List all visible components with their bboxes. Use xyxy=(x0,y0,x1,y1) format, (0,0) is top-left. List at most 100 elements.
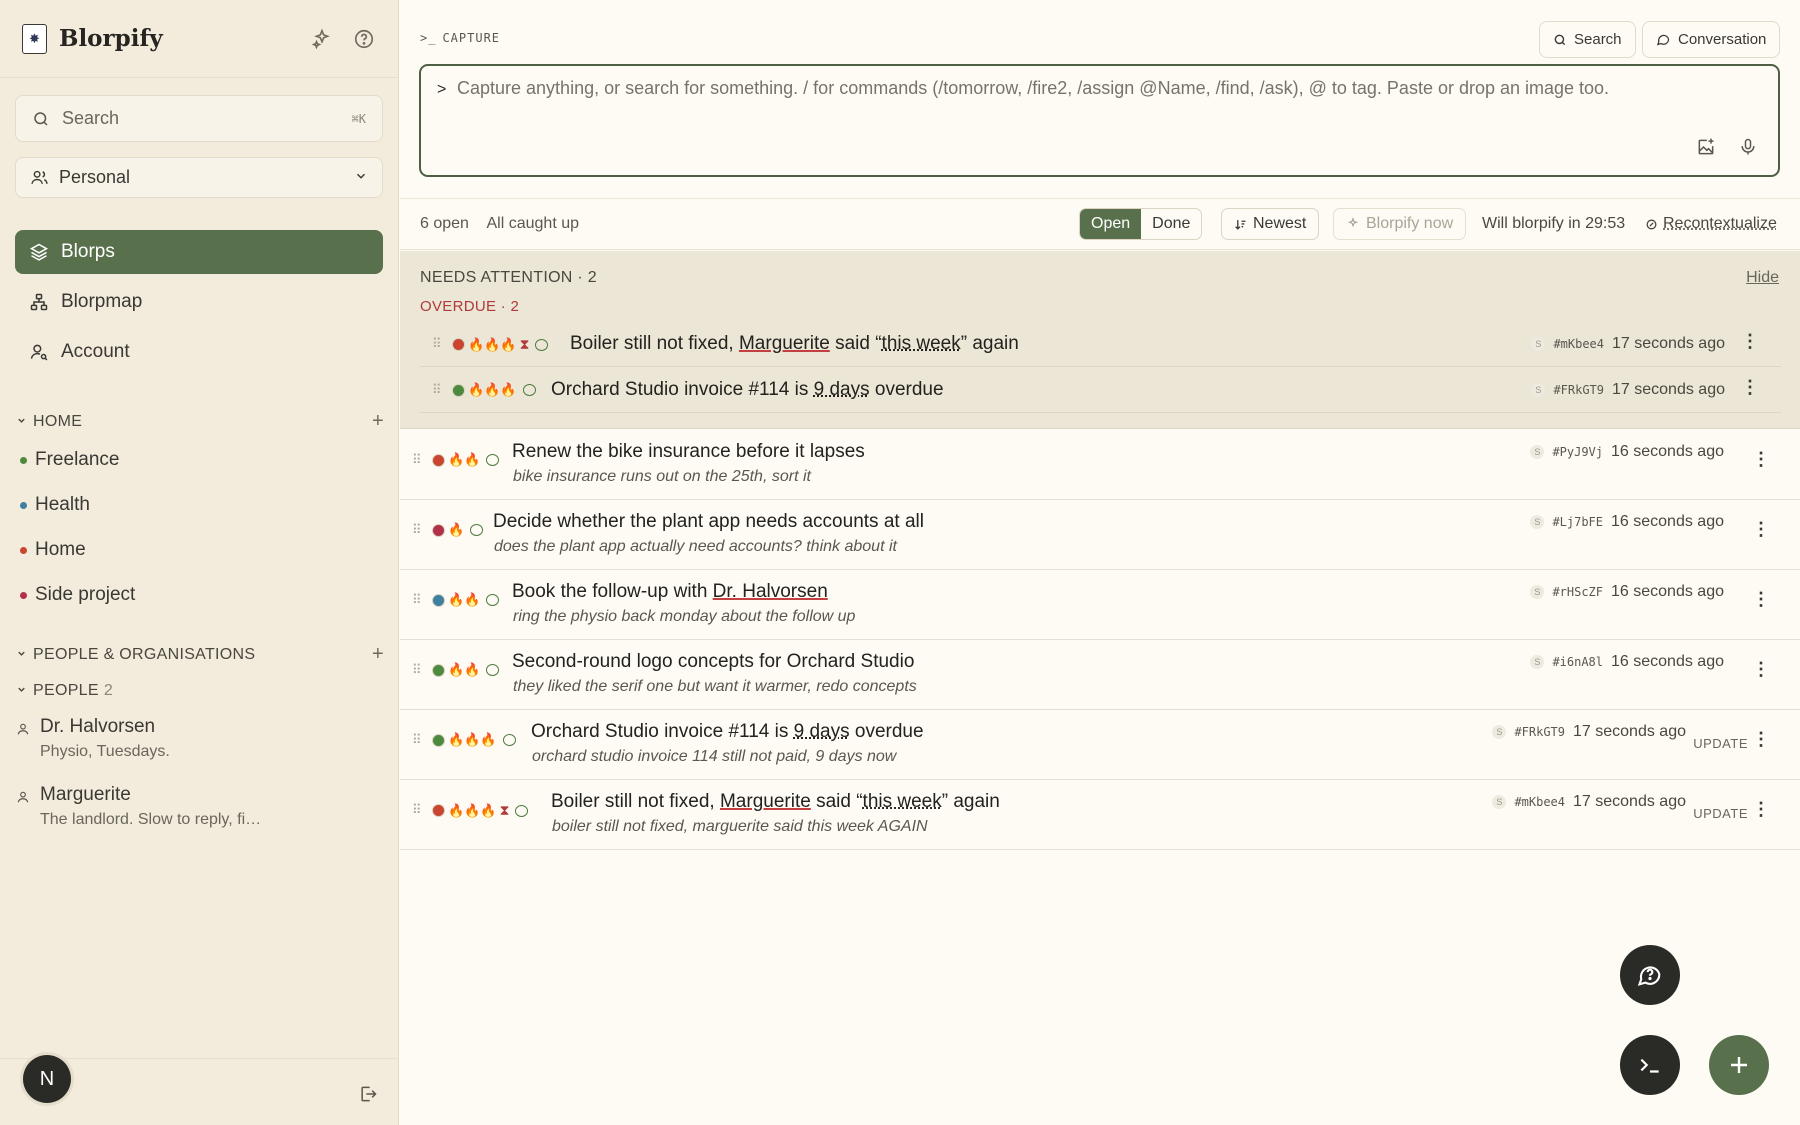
tab-open[interactable]: Open xyxy=(1080,209,1142,239)
fire-icon: 🔥🔥🔥 xyxy=(468,382,517,397)
sidebar: ✸ Blorpify Search ⌘K Personal Blorps Blo… xyxy=(0,0,399,1125)
item-title: Orchard Studio invoice #114 is 9 days ov… xyxy=(531,721,924,742)
drag-handle-icon[interactable]: ⠿ xyxy=(412,732,421,748)
drag-handle-icon[interactable]: ⠿ xyxy=(432,336,441,352)
more-options-icon[interactable]: ⋮ xyxy=(1752,589,1770,610)
more-options-icon[interactable]: ⋮ xyxy=(1741,331,1759,352)
project-label: Freelance xyxy=(35,449,120,470)
person-item-halvorsen[interactable]: Dr. Halvorsen Physio, Tuesdays. xyxy=(16,716,170,761)
list-item[interactable]: ⠿ 🔥🔥🔥 ⧗ Boiler still not fixed, Margueri… xyxy=(400,780,1800,850)
brand-header: ✸ Blorpify xyxy=(0,0,398,78)
source-badge: S xyxy=(1492,725,1507,739)
sidebar-project-health[interactable]: Health xyxy=(20,494,90,516)
more-options-icon[interactable]: ⋮ xyxy=(1741,377,1759,398)
app-name: Blorpify xyxy=(59,25,163,52)
list-item[interactable]: ⠿ 🔥🔥 Renew the bike insurance before it … xyxy=(400,430,1800,500)
tab-done[interactable]: Done xyxy=(1141,209,1201,239)
capture-placeholder: Capture anything, or search for somethin… xyxy=(457,78,1610,98)
search-icon xyxy=(1554,34,1566,45)
workspace-select[interactable]: Personal xyxy=(15,157,383,198)
list-item[interactable]: ⠿ 🔥🔥 Second-round logo concepts for Orch… xyxy=(400,640,1800,710)
blorpify-now-label: Blorpify now xyxy=(1366,215,1454,232)
item-title: Decide whether the plant app needs accou… xyxy=(493,511,924,532)
item-id: #mKbee4 xyxy=(1553,337,1605,351)
add-person-icon[interactable]: + xyxy=(372,643,384,666)
sidebar-project-side-project[interactable]: Side project xyxy=(20,584,135,606)
project-color-dot xyxy=(20,501,27,509)
sparkle-icon[interactable] xyxy=(310,27,334,51)
more-options-icon[interactable]: ⋮ xyxy=(1752,659,1770,680)
help-chat-button[interactable] xyxy=(1620,945,1680,1005)
project-dot xyxy=(452,338,465,351)
capture-input[interactable]: > Capture anything, or search for someth… xyxy=(419,64,1780,177)
project-dot xyxy=(432,733,445,747)
sidebar-search[interactable]: Search ⌘K xyxy=(15,95,383,142)
list-item[interactable]: ⠿ 🔥🔥🔥 Orchard Studio invoice #114 is 9 d… xyxy=(400,710,1800,780)
nav-blorpmap[interactable]: Blorpmap xyxy=(15,280,383,324)
drag-handle-icon[interactable]: ⠿ xyxy=(412,452,421,468)
item-time: 16 seconds ago xyxy=(1611,653,1724,670)
more-options-icon[interactable]: ⋮ xyxy=(1752,799,1770,820)
hide-attention-link[interactable]: Hide xyxy=(1746,269,1779,287)
section-home[interactable]: HOME + xyxy=(16,410,384,433)
fire-icon: 🔥🔥 xyxy=(448,662,481,677)
item-id: #i6nA8l xyxy=(1552,655,1604,669)
section-people[interactable]: PEOPLE 2 xyxy=(16,682,384,700)
attention-row[interactable]: ⠿ 🔥🔥🔥 Orchard Studio invoice #114 is 9 d… xyxy=(420,368,1781,413)
recontextualize-link[interactable]: Recontextualize xyxy=(1645,215,1777,233)
sidebar-project-freelance[interactable]: Freelance xyxy=(20,449,120,471)
recontextualize-label: Recontextualize xyxy=(1663,215,1777,232)
project-dot xyxy=(432,804,445,817)
attention-row[interactable]: ⠿ 🔥🔥🔥 ⧗ Boiler still not fixed, Margueri… xyxy=(420,322,1781,367)
help-icon[interactable] xyxy=(352,27,376,51)
person-item-marguerite[interactable]: Marguerite The landlord. Slow to reply, … xyxy=(16,784,261,829)
item-subtitle: orchard studio invoice 114 still not pai… xyxy=(532,748,897,765)
item-title: Orchard Studio invoice #114 is 9 days ov… xyxy=(551,379,944,400)
search-button[interactable]: Search xyxy=(1539,21,1636,58)
list-item[interactable]: ⠿ 🔥🔥 Book the follow-up with Dr. Halvors… xyxy=(400,570,1800,640)
item-time: 17 seconds ago xyxy=(1573,793,1686,810)
item-markers: 🔥 xyxy=(432,522,484,538)
item-id: #mKbee4 xyxy=(1514,795,1566,809)
sidebar-project-home[interactable]: Home xyxy=(20,539,86,561)
item-meta: S #PyJ9Vj 16 seconds ago xyxy=(1530,443,1724,461)
blorpify-now-button[interactable]: Blorpify now xyxy=(1333,208,1467,240)
item-meta: S #FRkGT9 17 seconds ago xyxy=(1492,723,1686,741)
item-time: 17 seconds ago xyxy=(1612,335,1725,352)
more-options-icon[interactable]: ⋮ xyxy=(1752,449,1770,470)
nav-account[interactable]: Account xyxy=(15,330,383,374)
logout-icon[interactable] xyxy=(356,1082,380,1106)
item-markers: 🔥🔥🔥 xyxy=(452,382,536,398)
drag-handle-icon[interactable]: ⠿ xyxy=(412,522,421,538)
sparkle-icon xyxy=(1347,217,1359,228)
add-blorp-button[interactable] xyxy=(1709,1035,1769,1095)
item-time: 16 seconds ago xyxy=(1611,583,1724,600)
conversation-button[interactable]: Conversation xyxy=(1642,21,1781,58)
hourglass-icon: ⧗ xyxy=(519,336,530,352)
avatar[interactable]: N xyxy=(23,1055,71,1103)
drag-handle-icon[interactable]: ⠿ xyxy=(412,592,421,608)
refresh-icon xyxy=(1646,219,1657,229)
list-item[interactable]: ⠿ 🔥 Decide whether the plant app needs a… xyxy=(400,500,1800,570)
nav-blorps[interactable]: Blorps xyxy=(15,230,383,274)
item-subtitle: boiler still not fixed, marguerite said … xyxy=(552,818,928,835)
sort-button[interactable]: Newest xyxy=(1221,208,1320,240)
search-shortcut: ⌘K xyxy=(351,111,366,126)
drag-handle-icon[interactable]: ⠿ xyxy=(412,662,421,678)
section-people-orgs[interactable]: PEOPLE & ORGANISATIONS + xyxy=(16,643,384,666)
caught-up-status: All caught up xyxy=(486,215,580,232)
more-options-icon[interactable]: ⋮ xyxy=(1752,729,1770,750)
source-badge: S xyxy=(1530,655,1545,669)
nav-blorps-label: Blorps xyxy=(61,241,115,262)
source-badge: S xyxy=(1530,585,1545,599)
item-meta: S #mKbee4 17 seconds ago xyxy=(1531,335,1725,353)
add-project-icon[interactable]: + xyxy=(372,410,384,433)
item-subtitle: does the plant app actually need account… xyxy=(494,538,897,555)
drag-handle-icon[interactable]: ⠿ xyxy=(432,382,441,398)
drag-handle-icon[interactable]: ⠿ xyxy=(412,802,421,818)
command-button[interactable] xyxy=(1620,1035,1680,1095)
add-image-icon[interactable] xyxy=(1694,135,1718,159)
more-options-icon[interactable]: ⋮ xyxy=(1752,519,1770,540)
microphone-icon[interactable] xyxy=(1736,135,1760,159)
sort-label: Newest xyxy=(1253,215,1307,232)
